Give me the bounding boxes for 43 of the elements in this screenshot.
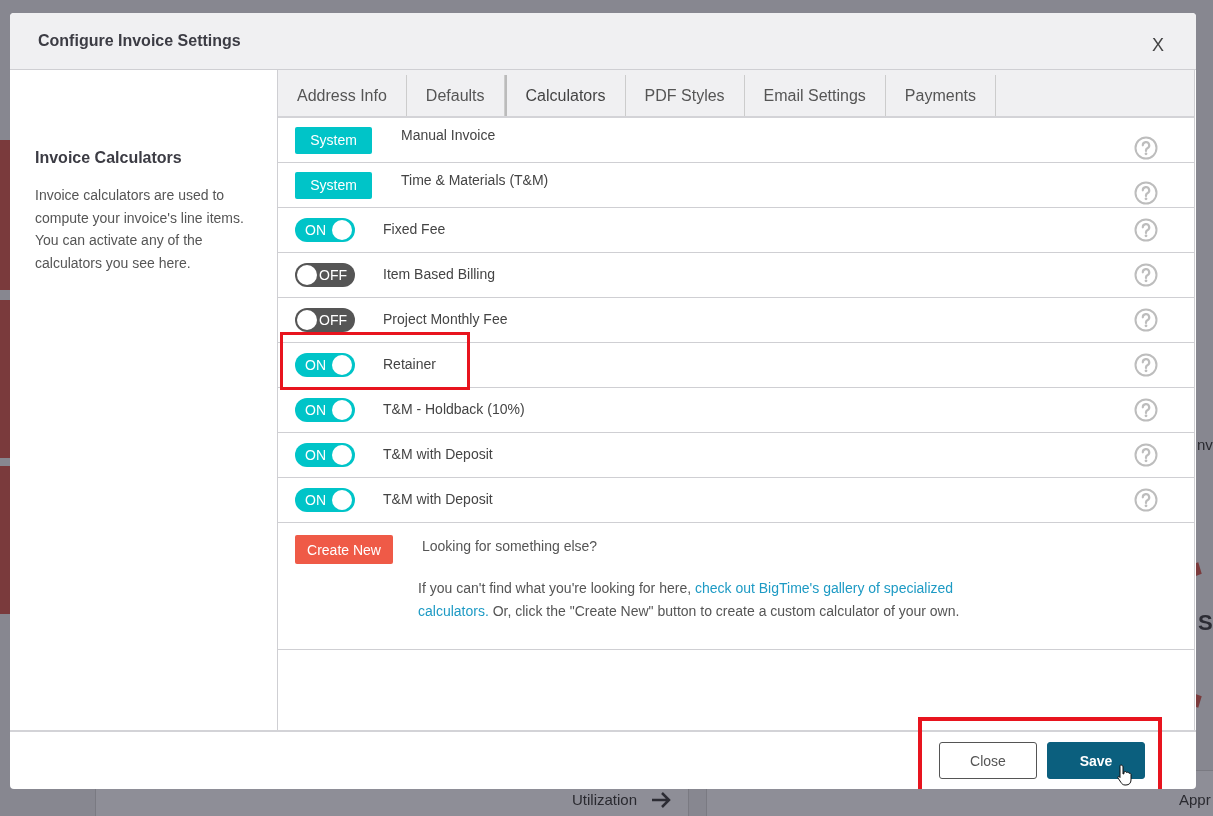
help-icon[interactable]: [1134, 353, 1158, 377]
dialog-title: Configure Invoice Settings: [38, 32, 241, 50]
page-text: nv: [1197, 437, 1213, 453]
system-badge: System: [295, 171, 372, 199]
tab[interactable]: Address Info: [278, 75, 407, 116]
create-new-button[interactable]: Create New: [295, 535, 393, 564]
help-heading: Looking for something else?: [422, 538, 599, 554]
tab[interactable]: PDF Styles: [625, 75, 745, 116]
tab[interactable]: Email Settings: [744, 75, 886, 116]
close-button[interactable]: Close: [939, 742, 1037, 779]
help-icon[interactable]: [1134, 398, 1158, 422]
page-text: Appr: [1179, 792, 1211, 808]
help-icon[interactable]: [1134, 488, 1158, 512]
section-heading: Invoice Calculators: [35, 149, 183, 167]
calculator-name: Retainer: [383, 356, 437, 372]
calculator-name: Fixed Fee: [383, 221, 447, 237]
calculator-name: T&M with Deposit: [383, 446, 494, 462]
calculator-name: T&M with Deposit: [383, 491, 494, 507]
page-text: S: [1198, 610, 1213, 636]
calculator-name: Manual Invoice: [401, 127, 497, 143]
help-icon[interactable]: [1134, 263, 1158, 287]
help-paragraph: If you can't find what you're looking for here, check out BigTime's gallery of specialized calculators. Or, click the "Create New" button to create a custom calculator of your own.: [418, 579, 961, 621]
help-icon[interactable]: [1134, 218, 1158, 242]
help-icon[interactable]: [1134, 308, 1158, 332]
save-button[interactable]: Save: [1047, 742, 1145, 779]
tab[interactable]: Calculators: [504, 75, 626, 116]
nav-link[interactable]: Utilization: [572, 792, 638, 808]
help-icon[interactable]: [1134, 135, 1158, 160]
tab[interactable]: Defaults: [406, 75, 505, 116]
toggle-switch[interactable]: OFF: [295, 263, 355, 287]
calculator-name: T&M - Holdback (10%): [383, 401, 526, 417]
help-icon[interactable]: [1134, 180, 1158, 205]
gallery-link[interactable]: calculators.: [418, 603, 489, 619]
system-badge: System: [295, 126, 372, 154]
calculator-name: Item Based Billing: [383, 266, 497, 282]
toggle-switch[interactable]: OFF: [295, 308, 355, 332]
tab[interactable]: Payments: [885, 75, 996, 116]
calculator-name: Time & Materials (T&M): [401, 172, 550, 188]
close-button[interactable]: X: [1148, 32, 1168, 58]
calculator-name: Project Monthly Fee: [383, 311, 509, 327]
arrow-icon: [651, 792, 671, 808]
help-icon[interactable]: [1134, 443, 1158, 467]
section-description: Invoice calculators are used to compute your invoice's line items. You can activate any of the calculators you see here.: [35, 186, 245, 273]
